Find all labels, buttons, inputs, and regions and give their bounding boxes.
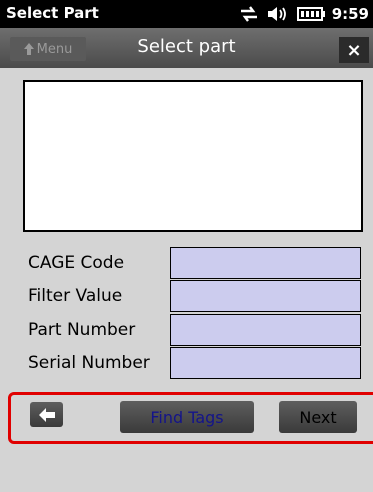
close-button[interactable]: ×: [339, 37, 369, 63]
arrow-left-icon: [38, 407, 55, 422]
connectivity-icon: [240, 6, 257, 22]
find-tags-button[interactable]: Find Tags: [120, 401, 254, 433]
serial-number-input[interactable]: [170, 347, 361, 379]
cage-code-input[interactable]: [170, 247, 361, 279]
status-bar: Select Part 9:59: [0, 0, 373, 28]
clock: 9:59: [331, 5, 369, 23]
filter-value-label: Filter Value: [28, 286, 123, 306]
screen-title: Select part: [137, 36, 236, 57]
serial-number-label: Serial Number: [28, 353, 150, 373]
next-button[interactable]: Next: [279, 401, 357, 433]
part-list[interactable]: [23, 80, 363, 232]
app-title: Select Part: [6, 4, 99, 22]
status-icons: 9:59: [238, 4, 369, 24]
part-number-input[interactable]: [170, 314, 361, 346]
part-number-label: Part Number: [28, 320, 136, 340]
back-button[interactable]: [30, 402, 63, 427]
volume-icon: [267, 7, 286, 21]
filter-value-input[interactable]: [170, 280, 361, 312]
cage-code-label: CAGE Code: [28, 253, 125, 273]
title-bar: Menu Select part ×: [0, 28, 373, 68]
battery-icon: [296, 7, 325, 21]
close-icon: ×: [346, 39, 362, 61]
